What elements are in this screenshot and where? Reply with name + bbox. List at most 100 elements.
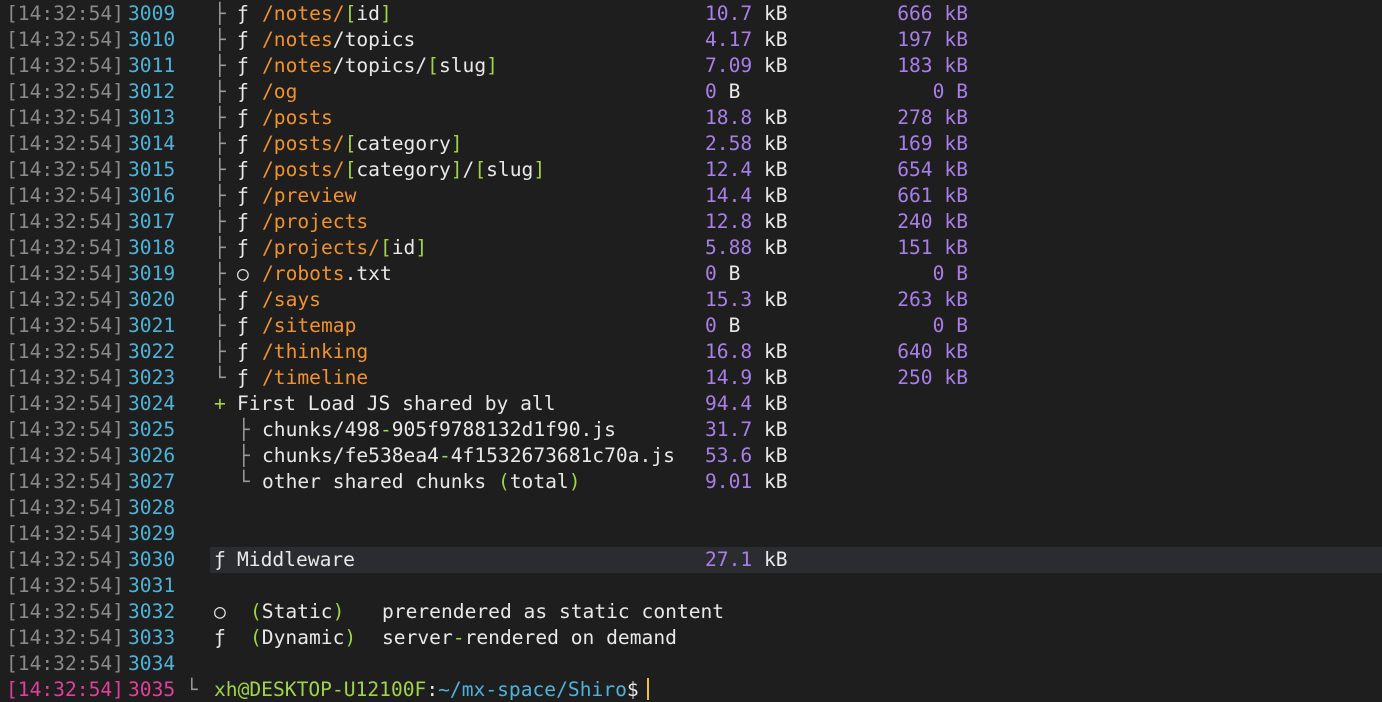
tree-branch: ├ [238, 418, 250, 441]
terminal-line: [14:32:54] 3015 ├ ƒ/posts/[category]/[slug]… [0, 157, 1382, 183]
dynamic-icon: ƒ [237, 80, 249, 103]
size-unit: kB [752, 548, 788, 571]
line-number: 3022 [128, 340, 176, 363]
first-load-size: 278 kB [897, 106, 968, 129]
route-segment: [ [427, 54, 439, 77]
terminal-line: [14:32:54] 3013 ├ ƒ/posts 18.8 kB 278 kB [0, 105, 1382, 131]
route-segment: ] [486, 54, 498, 77]
route-segment: ] [379, 2, 392, 25]
route-path: /notes/topics/[slug] [262, 53, 498, 79]
tree-branch: └ [214, 366, 226, 389]
size-number: 2.58 [705, 132, 753, 155]
tree-branch: ├ [214, 340, 226, 363]
dynamic-icon: ƒ [214, 548, 226, 571]
tree-branch: ├ [214, 132, 226, 155]
timestamp: [14:32:54] [6, 262, 124, 285]
timestamp: [14:32:54] [6, 418, 124, 441]
timestamp: [14:32:54] [6, 184, 124, 207]
line-content: ├ ƒ/notes/topics/[slug] 7.09 kB 183 kB [210, 53, 1382, 79]
paren: ( [250, 626, 262, 649]
shell-prompt[interactable]: xh@DESKTOP-U12100F:~/mx-space/Shiro$ [214, 677, 649, 702]
tree-branch: ├ [214, 184, 226, 207]
route-path: /posts/[category] [262, 131, 463, 157]
size-unit: kB [752, 444, 788, 467]
timestamp: [14:32:54] [6, 444, 124, 467]
terminal-line: [14:32:54] 3031 [0, 573, 1382, 599]
terminal-line: [14:32:54] 3029 [0, 521, 1382, 547]
route-segment: [ [379, 236, 392, 259]
line-content: ├ ƒ/projects 12.8 kB 240 kB [210, 209, 1382, 235]
line-number: 3020 [128, 288, 176, 311]
line-number: 3027 [128, 470, 176, 493]
route-path: /projects/[id] [262, 235, 427, 261]
size-unit: kB [752, 158, 788, 181]
size-value: 10.7 kB [705, 1, 788, 27]
chunk-name: chunks/498-905f9788132d1f90.js [262, 417, 616, 443]
tree-branch: ├ [214, 236, 226, 259]
size-unit: kB [752, 2, 788, 25]
tree-branch: ├ [214, 28, 226, 51]
line-number: 3023 [128, 366, 176, 389]
first-load-size: 263 kB [897, 288, 968, 311]
paren: ) [332, 600, 345, 623]
line-content: ├ ƒ/preview 14.4 kB 661 kB [210, 183, 1382, 209]
line-content: ├ ƒ/thinking 16.8 kB 640 kB [210, 339, 1382, 365]
terminal-line: [14:32:54] 3011 ├ ƒ/notes/topics/[slug] 7.09… [0, 53, 1382, 79]
size-unit: kB [752, 184, 788, 207]
line-content: ƒ Middleware 27.1 kB [210, 547, 1382, 573]
terminal-line: [14:32:54] 3035 xh@DESKTOP-U12100F:~/mx-sp… [0, 677, 1382, 702]
chunk-name-part: chunks/498 [262, 418, 380, 441]
terminal-line: [14:32:54] 3020 ├ ƒ/says 15.3 kB 263 kB [0, 287, 1382, 313]
line-number: 3014 [128, 132, 176, 155]
size-value: 12.8 kB [705, 209, 788, 235]
line-content: ○ (Static) prerendered as static content [210, 599, 1382, 625]
desc-part: rendered on demand [464, 626, 677, 649]
terminal-line: [14:32:54] 3023 └ ƒ/timeline 14.9 kB 250 kB [0, 365, 1382, 391]
line-content: ├ ○/robots.txt 0 B0 B [210, 261, 1382, 287]
route-segment: [ [344, 158, 357, 181]
line-number: 3010 [128, 28, 176, 51]
route-segment: /posts/ [262, 132, 345, 155]
size-unit: B [716, 262, 741, 285]
route-path: /posts/[category]/[slug] [262, 157, 545, 183]
text-cursor[interactable] [646, 678, 649, 700]
size-number: 16.8 [705, 340, 753, 363]
route-segment: /posts/ [262, 158, 345, 181]
size-value: 7.09 kB [705, 53, 788, 79]
line-content: └ other shared chunks (total) 9.01 kB [210, 469, 1382, 495]
chunk-name-part: chunks/fe538ea4 [262, 444, 439, 467]
size-number: 9.01 [705, 470, 753, 493]
route-segment: [ [474, 158, 487, 181]
line-content: ├ ƒ/og 0 B0 B [210, 79, 1382, 105]
dynamic-icon: ƒ [237, 106, 249, 129]
terminal-line: [14:32:54] 3014 ├ ƒ/posts/[category] 2.58 kB… [0, 131, 1382, 157]
route-segment: / [462, 158, 475, 181]
line-number: 3017 [128, 210, 176, 233]
size-value: 5.88 kB [705, 235, 788, 261]
line-number: 3011 [128, 54, 176, 77]
plus-icon: + [214, 392, 226, 415]
dynamic-icon: ƒ [237, 366, 249, 389]
first-load-size: 0 B [932, 80, 968, 103]
route-segment: category [356, 132, 451, 155]
first-load-size: 183 kB [897, 54, 968, 77]
terminal-window[interactable]: [14:32:54] 3009 ├ ƒ/notes/[id] 10.7 kB 666 kB… [0, 0, 1382, 702]
line-number: 3024 [128, 392, 176, 415]
route-segment: slug [486, 158, 534, 181]
route-segment: /posts [262, 106, 333, 129]
line-content [210, 573, 1382, 599]
line-number: 3018 [128, 236, 176, 259]
size-unit: kB [752, 28, 788, 51]
line-number: 3015 [128, 158, 176, 181]
static-icon: ○ [214, 600, 226, 623]
route-segment: /says [262, 288, 321, 311]
dynamic-icon: ƒ [237, 314, 249, 337]
line-number: 3034 [128, 652, 176, 675]
terminal-line: [14:32:54] 3010 ├ ƒ/notes/topics 4.17 kB 197 … [0, 27, 1382, 53]
route-path: /preview [262, 183, 356, 209]
size-number: 94.4 [705, 392, 753, 415]
line-content: ├ ƒ/posts/[category]/[slug] 12.4 kB 654 kB [210, 157, 1382, 183]
route-segment: /notes/ [262, 2, 345, 25]
route-segment: /notes [262, 54, 333, 77]
route-path: /says [262, 287, 321, 313]
